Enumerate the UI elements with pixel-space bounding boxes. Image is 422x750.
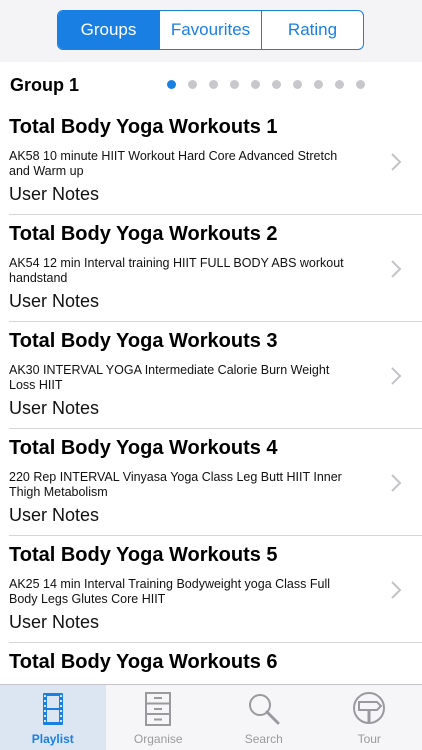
segmented-control: Groups Favourites Rating: [57, 10, 364, 50]
film-strip-icon: [42, 693, 63, 725]
page-dot[interactable]: [314, 80, 323, 89]
page-dot[interactable]: [188, 80, 197, 89]
chevron-right-icon: [391, 153, 402, 171]
page-dot[interactable]: [335, 80, 344, 89]
tab-label: Tour: [357, 732, 381, 746]
tab-bar: Playlist Organise Search Tour: [0, 684, 422, 750]
workout-description: AK25 14 min Interval Training Bodyweight…: [9, 577, 330, 606]
page-dot[interactable]: [272, 80, 281, 89]
tab-label: Playlist: [31, 732, 74, 746]
chevron-right-icon: [391, 260, 402, 278]
tab-playlist[interactable]: Playlist: [0, 685, 106, 750]
segment-favourites[interactable]: Favourites: [160, 11, 262, 49]
page-dot[interactable]: [230, 80, 239, 89]
tab-label: Organise: [133, 732, 183, 746]
page-dot[interactable]: [251, 80, 260, 89]
workout-row-3[interactable]: Total Body Yoga Workouts 3 AK30 INTERVAL…: [0, 322, 422, 429]
page-dot[interactable]: [167, 80, 176, 89]
workout-title: Total Body Yoga Workouts 1: [9, 116, 278, 138]
workout-row-4[interactable]: Total Body Yoga Workouts 4 220 Rep INTER…: [0, 429, 422, 536]
workout-row-1[interactable]: Total Body Yoga Workouts 1 AK58 10 minut…: [0, 108, 422, 215]
segment-bar: Groups Favourites Rating: [0, 0, 422, 62]
segment-rating[interactable]: Rating: [262, 11, 363, 49]
page-dot[interactable]: [209, 80, 218, 89]
workout-title: Total Body Yoga Workouts 4: [9, 437, 278, 459]
tab-label: Search: [244, 732, 283, 746]
page-dot[interactable]: [356, 80, 365, 89]
workout-title: Total Body Yoga Workouts 5: [9, 544, 278, 566]
tab-search[interactable]: Search: [211, 685, 317, 750]
workout-description: AK58 10 minute HIIT Workout Hard Core Ad…: [9, 149, 338, 178]
chevron-right-icon: [391, 581, 402, 599]
chevron-right-icon: [391, 367, 402, 385]
workout-user-notes[interactable]: User Notes: [9, 398, 99, 419]
workout-title: Total Body Yoga Workouts 6: [9, 651, 278, 673]
workout-title: Total Body Yoga Workouts 2: [9, 223, 278, 245]
workout-user-notes[interactable]: User Notes: [9, 291, 99, 312]
workout-row-6[interactable]: Total Body Yoga Workouts 6: [0, 643, 422, 684]
page-dot[interactable]: [293, 80, 302, 89]
segment-groups[interactable]: Groups: [58, 11, 160, 49]
signpost-icon: [353, 692, 386, 724]
tab-organise[interactable]: Organise: [106, 685, 212, 750]
workout-description: AK30 INTERVAL YOGA Intermediate Calorie …: [9, 363, 330, 392]
tab-tour[interactable]: Tour: [317, 685, 422, 750]
workout-description: 220 Rep INTERVAL Vinyasa Yoga Class Leg …: [9, 470, 342, 499]
workout-user-notes[interactable]: User Notes: [9, 505, 99, 526]
magnifier-icon: [248, 694, 280, 725]
workout-user-notes[interactable]: User Notes: [9, 612, 99, 633]
chevron-right-icon: [391, 474, 402, 492]
workout-title: Total Body Yoga Workouts 3: [9, 330, 278, 352]
workout-user-notes[interactable]: User Notes: [9, 184, 99, 205]
workout-description: AK54 12 min Interval training HIIT FULL …: [9, 256, 344, 285]
workout-list: Total Body Yoga Workouts 1 AK58 10 minut…: [0, 108, 422, 684]
workout-row-5[interactable]: Total Body Yoga Workouts 5 AK25 14 min I…: [0, 536, 422, 643]
cabinet-icon: [145, 692, 172, 726]
workout-row-2[interactable]: Total Body Yoga Workouts 2 AK54 12 min I…: [0, 215, 422, 322]
group-title: Group 1: [10, 75, 80, 95]
